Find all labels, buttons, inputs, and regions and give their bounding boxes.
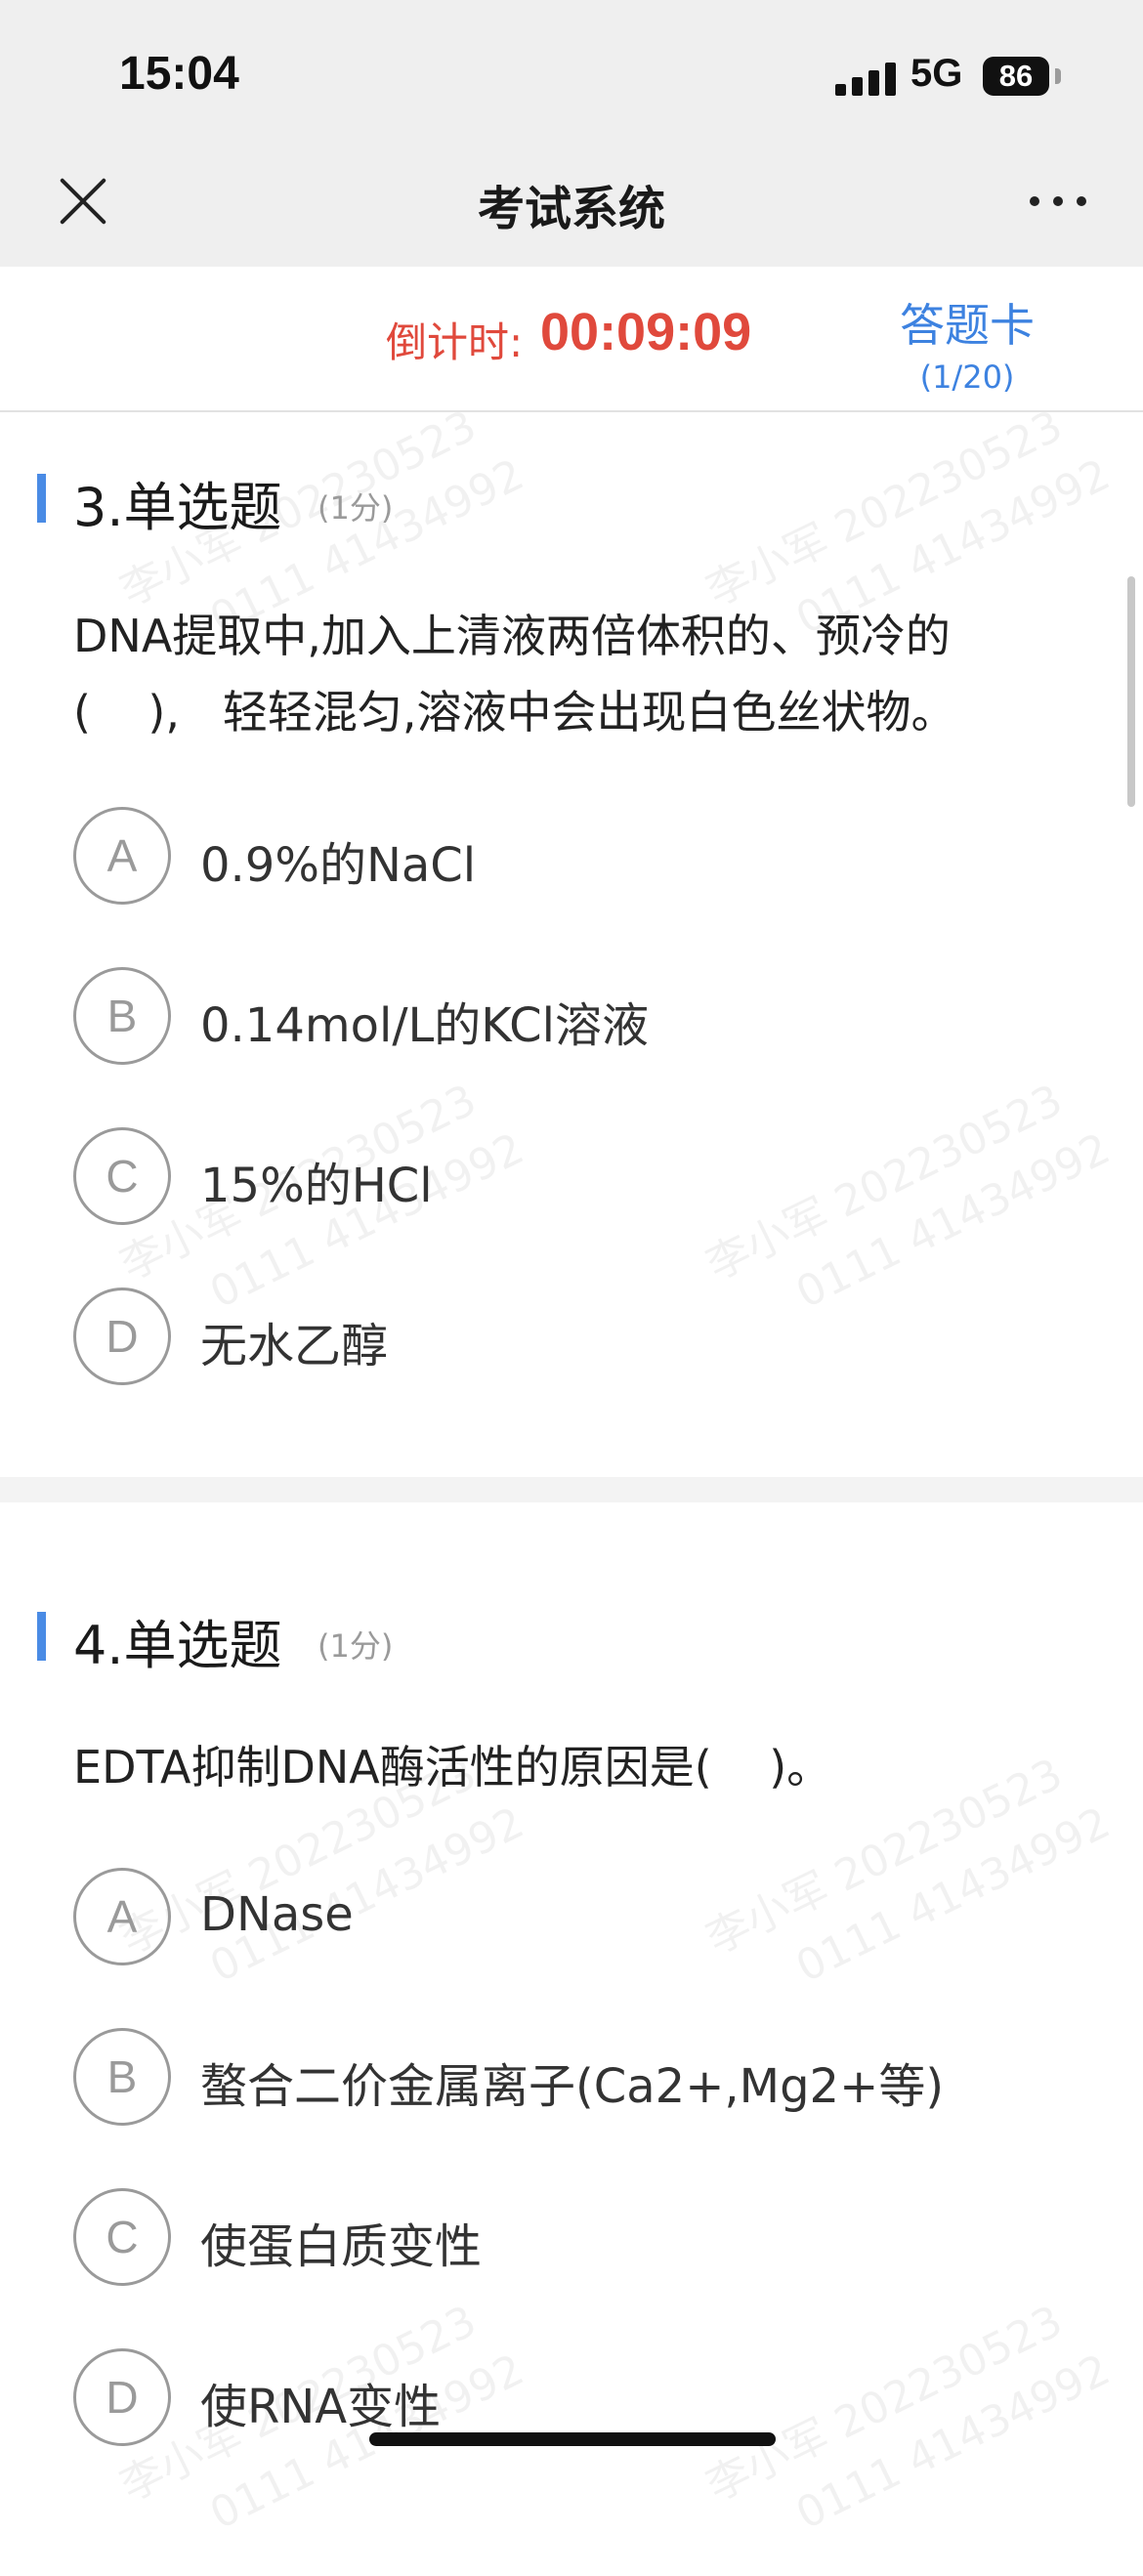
signal-icon [835, 63, 896, 96]
status-time: 15:04 [119, 48, 239, 100]
question-text: EDTA抑制DNA酶活性的原因是( )。 [73, 1741, 832, 1794]
option-text: DNase [200, 1887, 354, 1942]
page-title: 考试系统 [477, 182, 665, 236]
option-d[interactable]: D 无水乙醇 [73, 1288, 1089, 1385]
option-text: 无水乙醇 [200, 1319, 389, 1373]
option-c[interactable]: C 15%的HCl [73, 1127, 1089, 1225]
scrollbar[interactable] [1127, 576, 1135, 807]
option-text: 15%的HCl [200, 1159, 433, 1213]
option-letter: D [73, 2348, 171, 2446]
question-text: DNA提取中,加入上清液两倍体积的、预冷的 ( ), 轻轻混匀,溶液中会出现白色… [73, 610, 956, 739]
question-title: 3.单选题 [73, 477, 282, 538]
option-c[interactable]: C 使蛋白质变性 [73, 2188, 1089, 2286]
option-text: 螯合二价金属离子(Ca2+,Mg2+等) [200, 2059, 945, 2114]
option-b[interactable]: B 0.14mol/L的KCl溶液 [73, 967, 1089, 1065]
network-type: 5G [910, 52, 963, 95]
battery-icon: 86 [983, 57, 1049, 96]
answer-card-label: 答题卡 [900, 299, 1035, 352]
option-b[interactable]: B 螯合二价金属离子(Ca2+,Mg2+等) [73, 2028, 1089, 2126]
countdown-label: 倒计时: [386, 318, 524, 366]
option-text: 0.9%的NaCl [200, 838, 477, 893]
option-letter: C [73, 1127, 171, 1225]
option-a[interactable]: A DNase [73, 1868, 1089, 1965]
question-score: (1分) [318, 1627, 394, 1665]
option-letter: B [73, 2028, 171, 2126]
option-letter: A [73, 1868, 171, 1965]
answer-card-button[interactable]: 答题卡 (1/20) [879, 290, 1055, 396]
option-text: 0.14mol/L的KCl溶液 [200, 998, 649, 1053]
option-letter: D [73, 1288, 171, 1385]
question-marker [37, 1612, 46, 1661]
countdown-value: 00:09:09 [540, 303, 752, 361]
home-indicator[interactable] [369, 2432, 776, 2446]
option-a[interactable]: A 0.9%的NaCl [73, 807, 1089, 905]
question-marker [37, 474, 46, 523]
more-icon[interactable] [1030, 191, 1086, 211]
answer-card-count: (1/20) [919, 359, 1015, 396]
battery-tip [1055, 68, 1061, 84]
timer-bar: 倒计时: 00:09:09 答题卡 (1/20) [0, 267, 1143, 412]
top-bar: 15:04 5G 86 考试系统 [0, 0, 1143, 267]
question-title: 4.单选题 [73, 1615, 282, 1676]
option-d[interactable]: D 使RNA变性 [73, 2348, 1089, 2446]
option-text: 使蛋白质变性 [200, 2219, 483, 2274]
question-score: (1分) [318, 489, 394, 527]
option-letter: C [73, 2188, 171, 2286]
option-letter: A [73, 807, 171, 905]
option-letter: B [73, 967, 171, 1065]
section-divider [0, 1477, 1143, 1502]
option-text: 使RNA变性 [200, 2380, 442, 2434]
